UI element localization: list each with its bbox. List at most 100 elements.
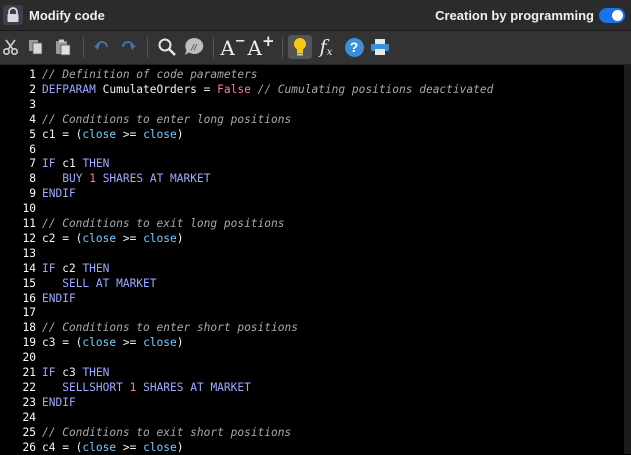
programming-toggle[interactable] [599,8,625,23]
code-token: ) [176,440,184,454]
code-line[interactable]: 17 [0,305,624,320]
line-number: 9 [29,187,36,201]
code-text: ENDIF [42,395,76,410]
line-number: 5 [29,127,36,141]
line-number: 20 [22,351,36,365]
code-keyword: SHARES AT MARKET [102,172,211,186]
code-keyword: THEN [82,366,110,379]
code-line[interactable]: 19 c3 = (close >= close) [0,335,624,350]
window-title: Modify code [29,8,105,23]
help-icon[interactable]: ? [343,36,365,58]
code-text: // Conditions to exit short positions [42,425,291,440]
minus-icon: − [234,33,246,49]
title-bar: Modify code Creation by programming [0,0,631,31]
code-token: ) [176,336,184,350]
line-number: 12 [22,231,36,245]
line-number: 15 [22,276,36,290]
code-comment: // Conditions to exit short positions [42,425,292,439]
font-increase-button[interactable]: A + [247,32,274,60]
code-line[interactable]: 8 BUY 1 SHARES AT MARKET [0,171,624,186]
code-text: IF c3 THEN [42,365,109,380]
code-line[interactable]: 25 // Conditions to exit short positions [0,425,624,440]
line-number: 13 [22,246,36,260]
code-line[interactable]: 4 // Conditions to enter long positions [0,112,624,127]
code-line[interactable]: 2 DEFPARAM CumulateOrders = False // Cumu… [0,82,624,97]
code-token: >= [116,336,144,350]
code-text: c4 = (close >= close) [42,440,184,455]
lightbulb-icon[interactable] [288,35,312,59]
toolbar-separator [213,37,214,58]
code-keyword: THEN [82,157,110,171]
code-literal: 1 [89,172,96,186]
code-line[interactable]: 24 [0,410,624,425]
code-line[interactable]: 6 [0,142,624,157]
code-text: // Conditions to enter short positions [42,320,298,335]
paste-icon[interactable] [52,36,74,58]
code-line[interactable]: 13 [0,246,624,261]
code-text: // Conditions to enter long positions [42,112,291,127]
code-line[interactable]: 15 SELL AT MARKET [0,276,624,291]
line-number: 4 [29,112,36,126]
code-line[interactable]: 1 // Definition of code parameters [0,67,624,82]
editor-scrollbar[interactable] [624,65,631,454]
code-line[interactable]: 3 [0,97,624,112]
plus-icon: + [261,32,275,50]
code-comment: // Conditions to exit long positions [42,217,285,230]
help-icon-glyph: ? [344,37,364,57]
code-line[interactable]: 18 // Conditions to enter short positions [0,320,624,335]
code-text: c3 = (close >= close) [42,335,184,350]
code-comment: // Definition of code parameters [42,68,258,81]
comment-icon[interactable]: // [183,36,205,58]
function-icon-f: f [319,36,327,58]
search-icon[interactable] [156,36,178,58]
code-line[interactable]: 22 SELLSHORT 1 SHARES AT MARKET [0,380,624,395]
line-number: 11 [22,217,36,230]
line-number: 7 [29,157,36,171]
function-icon[interactable]: fx [316,36,336,58]
code-token: c2 = ( [42,231,83,245]
code-line[interactable]: 10 [0,201,624,216]
line-number: 25 [22,425,36,439]
code-line[interactable]: 11 // Conditions to exit long positions [0,216,624,231]
code-text: DEFPARAM CumulateOrders = False // Cumul… [42,82,493,97]
code-line[interactable]: 23 ENDIF [0,395,624,410]
code-comment: // Cumulating positions deactivated [257,82,494,96]
code-line[interactable]: 26 c4 = (close >= close) [0,440,624,455]
redo-icon[interactable] [117,36,139,58]
code-keyword: ENDIF [42,395,76,409]
code-keyword: IF [42,366,56,379]
code-line[interactable]: 21 IF c3 THEN [0,365,624,380]
code-line[interactable]: 16 ENDIF [0,291,624,306]
code-function: close [143,440,177,454]
code-token: c1 [55,157,83,171]
line-number: 2 [29,82,36,96]
code-function: close [143,231,177,245]
cut-icon[interactable] [0,36,22,58]
code-line[interactable]: 9 ENDIF [0,186,624,201]
code-text: // Definition of code parameters [42,67,258,82]
lock-icon[interactable] [3,5,23,25]
code-line[interactable]: 20 [0,350,624,365]
code-editor[interactable]: 1 // Definition of code parameters 2 DEFPAR… [0,65,631,454]
font-decrease-button[interactable]: A − [220,33,246,61]
code-token: c3 = ( [42,336,83,350]
code-line[interactable]: 12 c2 = (close >= close) [0,231,624,246]
code-line[interactable]: 5 c1 = (close >= close) [0,127,624,142]
code-keyword: SELL AT MARKET [62,276,157,290]
undo-icon[interactable] [91,36,113,58]
copy-icon[interactable] [25,36,47,58]
code-line[interactable]: 7 IF c1 THEN [0,156,624,171]
line-number: 10 [22,202,36,216]
code-token: >= [116,440,144,454]
toolbar-separator [83,37,84,58]
code-line[interactable]: 14 IF c2 THEN [0,261,624,276]
code-comment: // Conditions to enter long positions [42,112,292,126]
print-icon[interactable] [369,36,391,58]
programming-toggle-label: Creation by programming [435,8,594,23]
line-number: 24 [22,410,36,424]
code-text: ENDIF [42,186,76,201]
